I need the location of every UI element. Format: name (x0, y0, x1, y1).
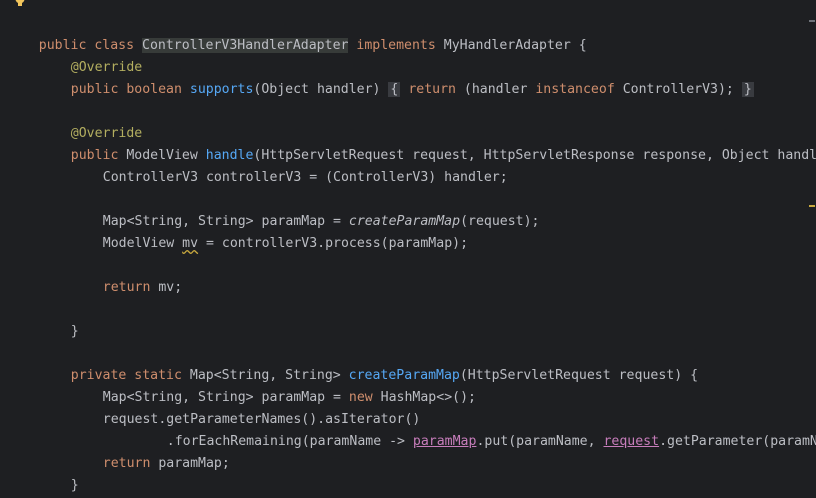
fold-open-brace[interactable]: { (388, 82, 401, 97)
brace: } (70, 478, 79, 493)
code-line-5[interactable]: @Override (39, 101, 142, 141)
statement: = controllerV3.process(paramMap); (198, 236, 469, 251)
statement: ControllerV3 controllerV3 = (ControllerV… (102, 170, 508, 185)
brace: { (570, 38, 587, 53)
code-line-17[interactable]: Map<String, String> paramMap = new HashM… (71, 365, 476, 405)
keyword-public: public (70, 82, 119, 97)
fold-close-brace[interactable]: } (741, 82, 754, 97)
lightbulb-icon[interactable] (14, 0, 26, 8)
method-supports[interactable]: supports (190, 82, 254, 97)
brace: } (70, 324, 79, 339)
code-line-10[interactable]: ModelView mv = controllerV3.process(para… (71, 211, 468, 251)
keyword-boolean: boolean (126, 82, 182, 97)
code-line-18[interactable]: request.getParameterNames().asIterator() (71, 387, 421, 427)
params: (HttpServletRequest request) { (459, 368, 699, 383)
captured-variable-paramMap[interactable]: paramMap (413, 434, 477, 449)
code-line-7[interactable]: ControllerV3 controllerV3 = (ControllerV… (71, 145, 508, 185)
interface-name[interactable]: MyHandlerAdapter (444, 38, 571, 53)
statement: paramMap; (150, 456, 230, 471)
code-line-3[interactable]: public boolean supports(Object handler) … (39, 57, 754, 97)
code-line-19[interactable]: .forEachRemaining(paramName -> paramMap.… (135, 409, 816, 449)
keyword-implements: implements (356, 38, 436, 53)
code-line-2[interactable]: @Override (39, 35, 142, 75)
statement: mv; (150, 280, 183, 295)
code-line-9[interactable]: Map<String, String> paramMap = createPar… (71, 189, 540, 229)
class-name[interactable]: ControllerV3HandlerAdapter (142, 38, 349, 53)
code-line-22[interactable]: } (7, 475, 47, 497)
statement: .put(paramName, (476, 434, 604, 449)
scrollbar-marker-warning[interactable] (809, 205, 815, 207)
captured-variable-request[interactable]: request (603, 434, 659, 449)
keyword-return: return (102, 456, 151, 471)
code-line-12[interactable]: return mv; (71, 255, 182, 295)
code-line-14[interactable]: } (39, 299, 79, 339)
code-line-1[interactable]: public class ControllerV3HandlerAdapter … (7, 13, 587, 53)
expr: ControllerV3); (614, 82, 734, 97)
scrollbar-marker-info[interactable] (809, 20, 815, 22)
statement: .getParameter(paramName))); (659, 434, 816, 449)
keyword-return: return (102, 280, 151, 295)
code-line-16[interactable]: private static Map<String, String> creat… (39, 343, 698, 383)
params: (Object handler) (253, 82, 389, 97)
type: ModelView (102, 236, 183, 251)
code-line-21[interactable]: } (39, 453, 79, 493)
statement: (request); (460, 214, 540, 229)
expr: (handler (455, 82, 536, 97)
code-editor[interactable]: public class ControllerV3HandlerAdapter … (0, 0, 816, 498)
variable-mv-warning[interactable]: mv (182, 236, 198, 251)
code-line-20[interactable]: return paramMap; (71, 431, 230, 471)
keyword-return: return (408, 82, 456, 97)
code-line-6[interactable]: public ModelView handle(HttpServletReque… (39, 123, 816, 163)
keyword-instanceof: instanceof (535, 82, 615, 97)
